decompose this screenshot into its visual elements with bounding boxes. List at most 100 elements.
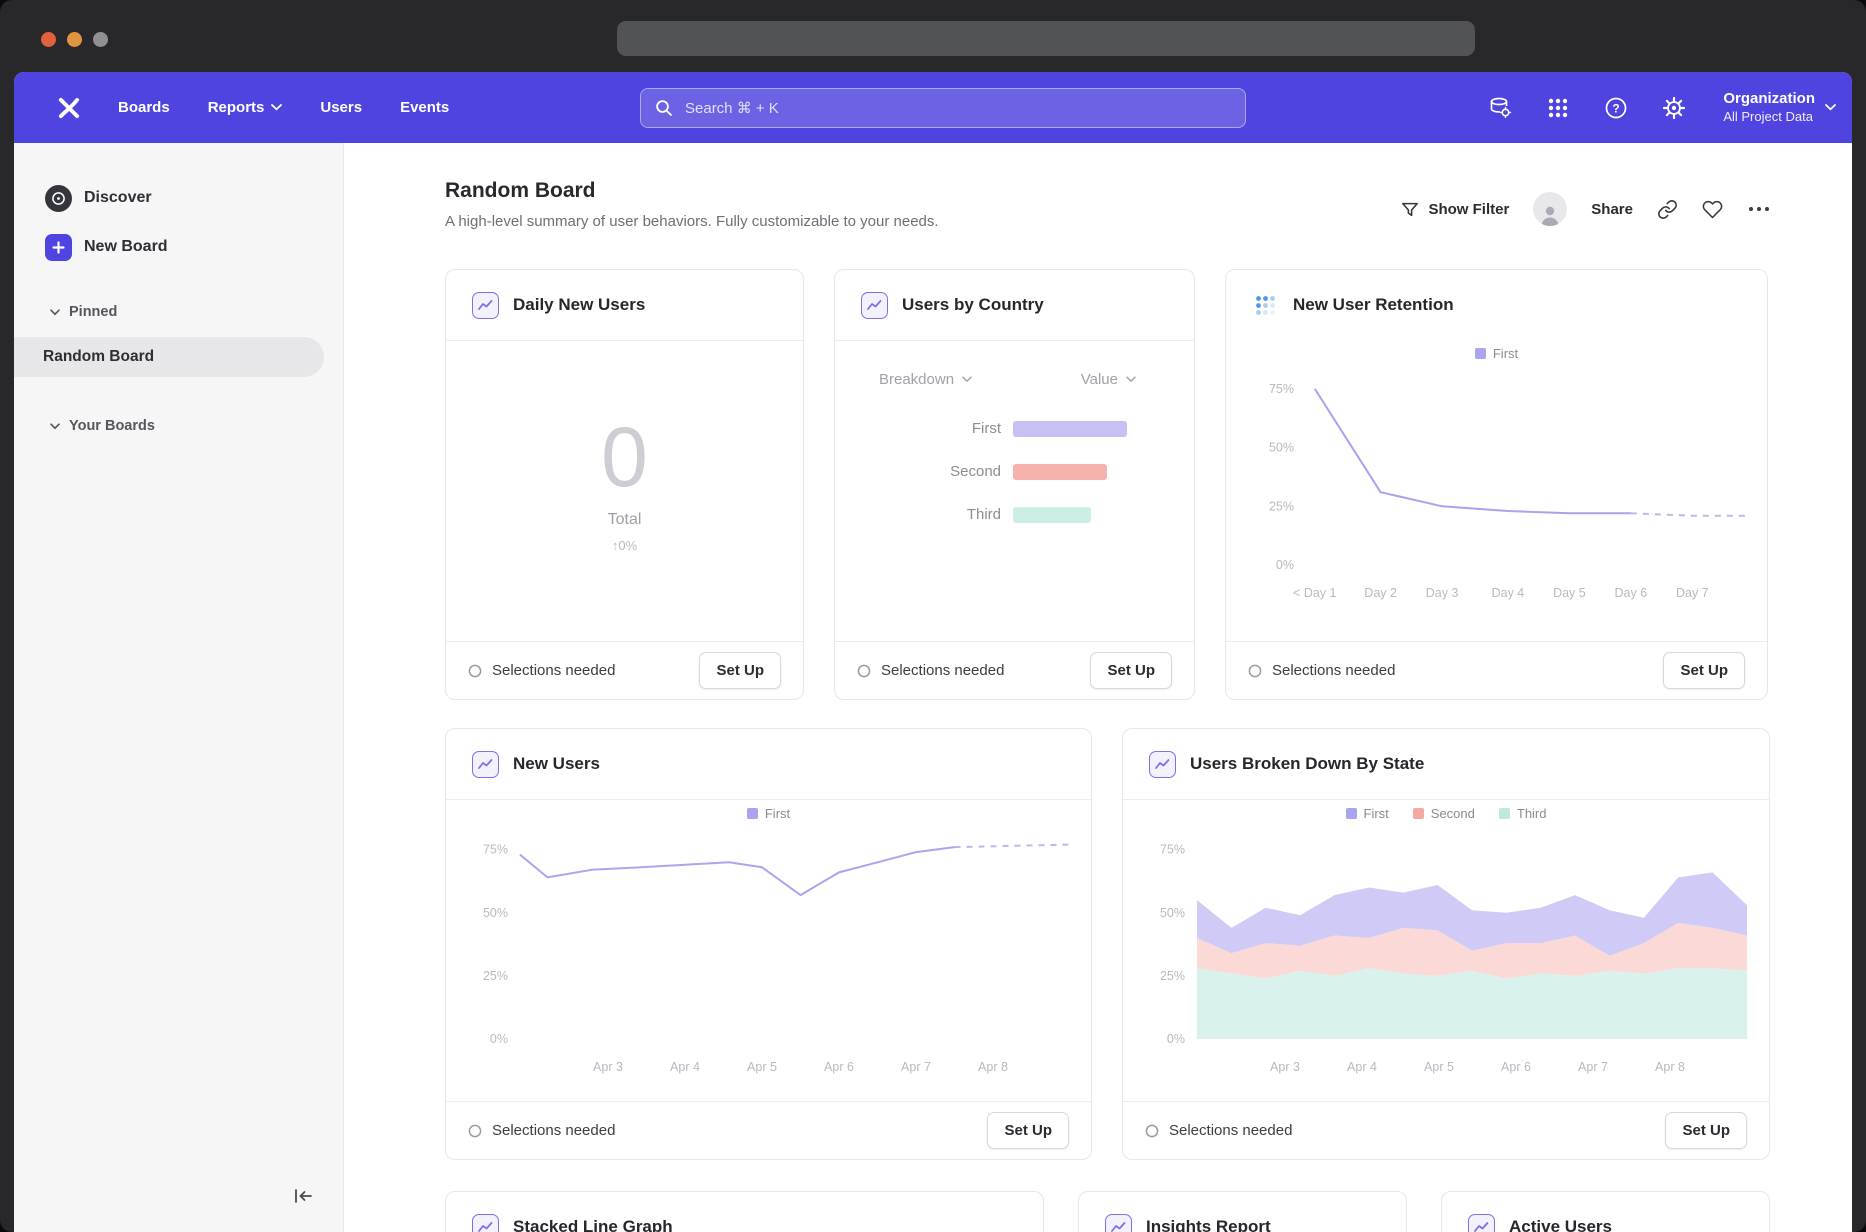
card-header: New Users <box>446 729 1091 800</box>
circle-icon <box>468 1124 482 1138</box>
metric-value: 0 <box>601 415 648 499</box>
svg-text:Apr 8: Apr 8 <box>1655 1060 1685 1074</box>
sidebar-section-pinned[interactable]: Pinned <box>14 297 343 327</box>
status-label: Selections needed <box>881 662 1004 679</box>
chart-legend: First <box>1226 346 1767 361</box>
line-chart-icon <box>1149 751 1176 778</box>
nav-item-reports[interactable]: Reports <box>208 99 283 116</box>
retention-dots-icon <box>1252 292 1279 319</box>
set-up-button[interactable]: Set Up <box>1663 652 1745 689</box>
nav-item-events[interactable]: Events <box>400 99 449 116</box>
svg-text:0%: 0% <box>1167 1032 1185 1046</box>
svg-text:50%: 50% <box>482 906 507 920</box>
svg-text:Apr 7: Apr 7 <box>901 1060 931 1074</box>
data-management-button[interactable] <box>1487 95 1513 121</box>
search-bar[interactable] <box>640 88 1246 128</box>
status-text: Selections needed <box>1145 1122 1292 1139</box>
sidebar-item-new-board[interactable]: New Board <box>14 225 343 269</box>
nav-item-boards[interactable]: Boards <box>118 99 170 116</box>
set-up-button[interactable]: Set Up <box>699 652 781 689</box>
value-bar <box>1013 464 1107 480</box>
legend-item: First <box>1475 346 1518 361</box>
svg-text:Apr 6: Apr 6 <box>824 1060 854 1074</box>
org-switcher[interactable]: Organization All Project Data <box>1723 90 1836 125</box>
svg-text:Apr 5: Apr 5 <box>747 1060 777 1074</box>
value-dropdown[interactable]: Value <box>1081 371 1136 388</box>
chart-area: 75%50%25%0%Apr 3Apr 4Apr 5Apr 6Apr 7Apr … <box>446 827 1091 1077</box>
line-chart-icon <box>1105 1214 1132 1232</box>
card-row-1: Daily New Users 0 Total ↑0% Selections n… <box>445 269 1768 700</box>
chevron-down-icon <box>271 104 282 111</box>
breakdown-label: First <box>835 420 1001 437</box>
card-active-users: Active Users <box>1441 1191 1770 1232</box>
collapse-left-icon <box>292 1187 314 1205</box>
card-header: Users by Country <box>835 270 1194 341</box>
show-filter-button[interactable]: Show Filter <box>1401 201 1509 218</box>
svg-text:50%: 50% <box>1160 906 1185 920</box>
chevron-down-icon <box>50 423 60 430</box>
card-title: Users Broken Down By State <box>1190 754 1424 774</box>
chart-legend: FirstSecondThird <box>1123 806 1769 821</box>
card-footer: Selections needed Set Up <box>1226 641 1767 699</box>
card-title: Users by Country <box>902 295 1044 315</box>
svg-text:Apr 8: Apr 8 <box>978 1060 1008 1074</box>
traffic-light-close[interactable] <box>41 32 56 47</box>
nav-links: Boards Reports Users Events <box>118 99 449 116</box>
mixpanel-logo-icon <box>56 95 82 121</box>
traffic-light-minimize[interactable] <box>67 32 82 47</box>
svg-text:50%: 50% <box>1269 441 1294 455</box>
traffic-light-zoom[interactable] <box>93 32 108 47</box>
card-header: Active Users <box>1442 1192 1769 1232</box>
more-options-button[interactable] <box>1747 205 1771 213</box>
mixpanel-logo[interactable] <box>56 95 82 121</box>
search-input[interactable] <box>683 99 1231 118</box>
link-icon <box>1657 199 1678 220</box>
nav-item-users[interactable]: Users <box>320 99 362 116</box>
svg-text:25%: 25% <box>1160 969 1185 983</box>
svg-text:Day 3: Day 3 <box>1426 586 1459 600</box>
card-footer: Selections needed Set Up <box>1123 1101 1769 1159</box>
breakdown-dropdown[interactable]: Breakdown <box>879 371 972 388</box>
sidebar-section-your-boards[interactable]: Your Boards <box>14 411 343 441</box>
apps-grid-button[interactable] <box>1545 95 1571 121</box>
card-title: Stacked Line Graph <box>513 1217 673 1232</box>
breakdown-row: Second <box>835 463 1194 480</box>
set-up-button[interactable]: Set Up <box>1665 1112 1747 1149</box>
circle-icon <box>1248 664 1262 678</box>
legend-swatch <box>1499 808 1510 819</box>
address-bar[interactable] <box>617 21 1475 56</box>
sidebar-item-discover[interactable]: Discover <box>14 176 343 220</box>
metric-body: 0 Total ↑0% <box>446 327 803 641</box>
svg-text:Apr 3: Apr 3 <box>1270 1060 1300 1074</box>
legend-swatch <box>1475 348 1486 359</box>
svg-text:75%: 75% <box>1269 382 1294 396</box>
help-button[interactable]: ? <box>1603 95 1629 121</box>
breakdown-header: Breakdown Value <box>835 341 1194 388</box>
dropdown-label: Value <box>1081 371 1118 388</box>
sidebar-item-random-board[interactable]: Random Board <box>14 337 324 377</box>
avatar[interactable] <box>1533 192 1567 226</box>
chevron-down-icon <box>962 376 972 383</box>
window-chrome: Boards Reports Users Events <box>0 0 1866 1232</box>
set-up-button[interactable]: Set Up <box>987 1112 1069 1149</box>
share-button[interactable]: Share <box>1591 201 1633 218</box>
line-chart-icon <box>472 292 499 319</box>
card-new-users: New Users First 75%50%25%0%Apr 3Apr 4Apr… <box>445 728 1092 1160</box>
svg-text:Day 2: Day 2 <box>1364 586 1397 600</box>
value-bar <box>1013 421 1127 437</box>
svg-text:Day 7: Day 7 <box>1676 586 1709 600</box>
status-text: Selections needed <box>468 1122 615 1139</box>
collapse-sidebar-button[interactable] <box>287 1182 319 1210</box>
breakdown-label: Second <box>835 463 1001 480</box>
copy-link-button[interactable] <box>1657 199 1678 220</box>
svg-text:Apr 5: Apr 5 <box>1424 1060 1454 1074</box>
settings-button[interactable] <box>1661 95 1687 121</box>
nav-item-label: Users <box>320 99 362 116</box>
sidebar-item-label: Discover <box>84 189 152 207</box>
favorite-button[interactable] <box>1702 199 1723 219</box>
svg-text:0%: 0% <box>489 1032 507 1046</box>
line-chart-icon <box>472 1214 499 1232</box>
nav-item-label: Reports <box>208 99 265 116</box>
svg-text:Apr 4: Apr 4 <box>670 1060 700 1074</box>
set-up-button[interactable]: Set Up <box>1090 652 1172 689</box>
